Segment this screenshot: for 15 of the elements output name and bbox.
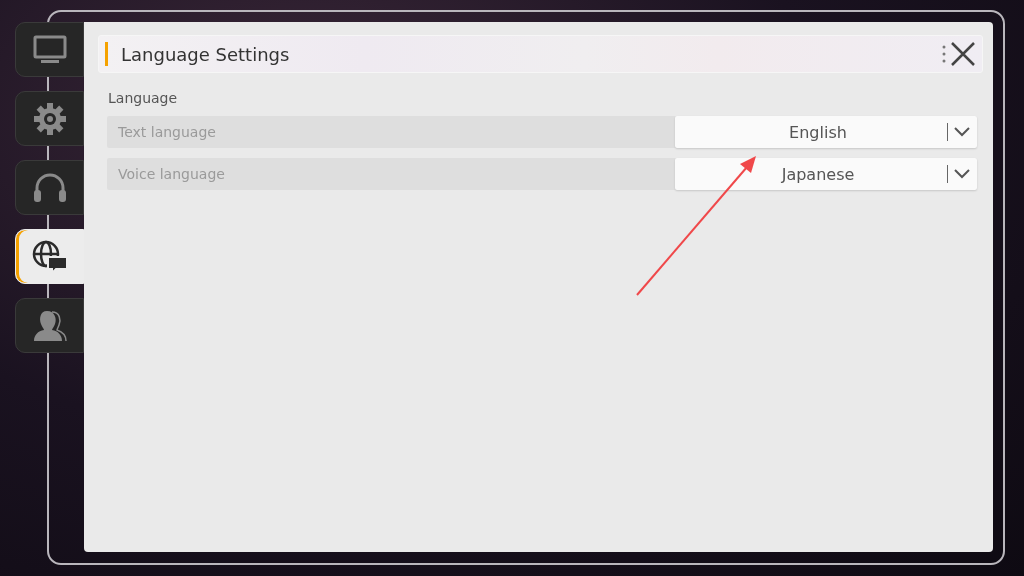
panel-title: Language Settings bbox=[121, 43, 291, 65]
close-button[interactable] bbox=[950, 41, 976, 67]
language-dropdown[interactable]: Japanese bbox=[675, 158, 977, 190]
monitor-icon bbox=[32, 34, 67, 65]
language-dropdown[interactable]: English bbox=[675, 116, 977, 148]
accent-bar bbox=[105, 42, 108, 66]
more-icon[interactable] bbox=[942, 45, 946, 63]
setting-label: Voice language bbox=[117, 165, 226, 184]
setting-label: Text language bbox=[117, 123, 217, 142]
gear-icon bbox=[32, 101, 67, 136]
chevron-down-icon bbox=[954, 127, 970, 137]
chevron-down-icon bbox=[954, 169, 970, 179]
headphones-icon bbox=[31, 171, 68, 204]
person-icon bbox=[31, 308, 68, 343]
section-title: Language bbox=[108, 90, 179, 106]
